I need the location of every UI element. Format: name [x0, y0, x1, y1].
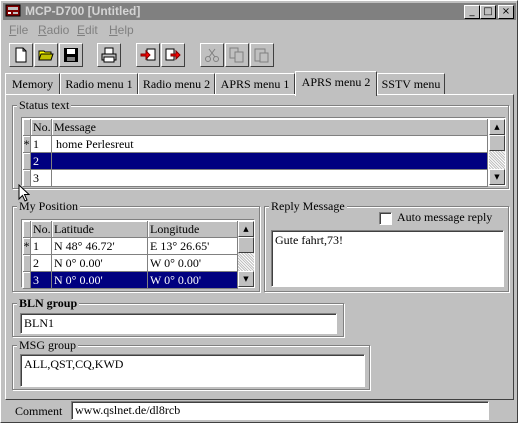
msg-group-label: MSG group: [17, 338, 79, 352]
print-icon: [101, 47, 117, 63]
read-from-radio-button[interactable]: [136, 43, 160, 67]
menu-file-rest: ile: [16, 23, 29, 37]
app-icon: [5, 4, 21, 17]
menu-file[interactable]: File: [9, 23, 28, 37]
write-to-radio-button[interactable]: [161, 43, 185, 67]
new-button[interactable]: [9, 43, 33, 67]
scroll-up-arrow-icon[interactable]: ▲: [238, 221, 254, 237]
copy-button[interactable]: [225, 43, 249, 67]
menu-radio[interactable]: Radio: [38, 23, 69, 37]
print-button[interactable]: [97, 43, 121, 67]
menu-edit-mnemonic: E: [77, 23, 86, 37]
status-col-message[interactable]: Message: [52, 119, 488, 136]
comment-label: Comment: [15, 404, 63, 418]
tab-radio-menu-1[interactable]: Radio menu 1: [60, 73, 138, 95]
row-number: 3: [31, 272, 52, 289]
tab-aprs-menu-1[interactable]: APRS menu 1: [215, 73, 295, 95]
read-from-radio-icon: [140, 48, 156, 61]
row-marker: [23, 255, 31, 272]
row-number: 2: [31, 153, 52, 170]
new-file-icon: [15, 47, 27, 63]
row-latitude[interactable]: N 0° 0.00': [52, 255, 148, 272]
copy-icon: [229, 47, 244, 63]
position-col-no[interactable]: No.: [31, 221, 52, 238]
bln-group-input[interactable]: BLN1: [20, 313, 337, 334]
open-folder-icon: [38, 50, 54, 61]
tab-sstv-menu[interactable]: SSTV menu: [377, 73, 445, 95]
comment-input[interactable]: www.qslnet.de/dl8rcb: [71, 401, 489, 420]
menu-radio-rest: adio: [46, 23, 70, 37]
row-marker: [23, 153, 31, 170]
reply-message-group: Reply Message Auto message reply Gute fa…: [264, 199, 509, 292]
position-scrollbar[interactable]: ▲ ▼: [238, 221, 254, 287]
scroll-up-arrow-icon[interactable]: ▲: [489, 119, 505, 135]
auto-message-reply-checkbox[interactable]: [379, 212, 392, 225]
tab-aprs-menu-2[interactable]: APRS menu 2: [295, 71, 377, 96]
row-number: 1: [31, 136, 52, 153]
row-number: 1: [31, 238, 52, 255]
comment-bar: Comment www.qslnet.de/dl8rcb: [3, 400, 516, 422]
row-marker: [23, 272, 31, 289]
mouse-cursor-icon: [18, 184, 30, 202]
status-text-group: Status text No. Message * 1 home Perlesr…: [12, 98, 509, 189]
status-text-label: Status text: [17, 98, 72, 112]
tab-memory[interactable]: Memory: [5, 73, 60, 95]
window-title: MCP-D700 [Untitled]: [25, 4, 141, 18]
main-window: MCP-D700 [Untitled] _ □ × File Radio Edi…: [0, 0, 518, 423]
tab-radio-menu-2[interactable]: Radio menu 2: [138, 73, 215, 95]
aprs-menu-2-panel: Status text No. Message * 1 home Perlesr…: [5, 94, 514, 400]
row-longitude[interactable]: W 0° 0.00': [148, 272, 238, 289]
status-col-no[interactable]: No.: [31, 119, 52, 136]
scroll-thumb[interactable]: [489, 135, 505, 151]
position-col-longitude[interactable]: Longitude: [148, 221, 238, 238]
menu-help-rest: elp: [117, 23, 134, 37]
bln-group-label: BLN group: [17, 296, 80, 310]
row-number: 2: [31, 255, 52, 272]
reply-message-input[interactable]: Gute fahrt,73!: [271, 230, 504, 287]
scroll-thumb[interactable]: [238, 237, 254, 253]
write-to-radio-icon: [165, 48, 181, 61]
menu-radio-mnemonic: R: [38, 23, 47, 37]
bln-group: BLN group BLN1: [12, 296, 344, 337]
position-col-latitude[interactable]: Latitude: [52, 221, 148, 238]
menu-help-mnemonic: H: [109, 23, 118, 37]
row-longitude[interactable]: W 0° 0.00': [148, 255, 238, 272]
cut-icon: [205, 48, 219, 62]
paste-button[interactable]: [250, 43, 274, 67]
my-position-table[interactable]: No. Latitude Longitude * 1 N 48° 46.72' …: [21, 219, 255, 289]
row-marker: *: [23, 136, 31, 153]
auto-message-reply-label[interactable]: Auto message reply: [397, 210, 492, 224]
title-bar[interactable]: MCP-D700 [Untitled] _ □ ×: [3, 3, 516, 20]
my-position-group: My Position No. Latitude Longitude * 1 N…: [12, 199, 260, 292]
status-scrollbar[interactable]: ▲ ▼: [489, 119, 505, 185]
menu-edit-rest: dit: [85, 23, 98, 37]
menu-edit[interactable]: Edit: [77, 23, 98, 37]
status-header-corner: [23, 119, 31, 136]
open-button[interactable]: [34, 43, 58, 67]
scroll-down-arrow-icon[interactable]: ▼: [238, 271, 254, 287]
minimize-button[interactable]: _: [464, 5, 480, 19]
status-text-table[interactable]: No. Message * 1 home Perlesreut 2 3 ▲ ▼: [21, 117, 506, 187]
row-latitude[interactable]: N 48° 46.72': [52, 238, 148, 255]
msg-group: MSG group ALL,QST,CQ,KWD: [12, 338, 370, 390]
row-longitude[interactable]: E 13° 26.65': [148, 238, 238, 255]
close-button[interactable]: ×: [498, 5, 514, 19]
reply-message-label: Reply Message: [269, 199, 347, 213]
save-button[interactable]: [59, 43, 83, 67]
row-message[interactable]: [52, 153, 488, 170]
row-marker: *: [23, 238, 31, 255]
save-disk-icon: [64, 48, 78, 62]
scroll-down-arrow-icon[interactable]: ▼: [489, 169, 505, 185]
row-number: 3: [31, 170, 52, 187]
cut-button[interactable]: [200, 43, 224, 67]
msg-group-input[interactable]: ALL,QST,CQ,KWD: [20, 354, 365, 387]
row-message[interactable]: [52, 170, 488, 187]
paste-icon: [254, 48, 269, 63]
maximize-button[interactable]: □: [480, 5, 496, 19]
position-header-corner: [23, 221, 31, 238]
row-latitude[interactable]: N 0° 0.00': [52, 272, 148, 289]
row-message[interactable]: home Perlesreut: [52, 136, 488, 153]
menu-help[interactable]: Help: [109, 23, 134, 37]
